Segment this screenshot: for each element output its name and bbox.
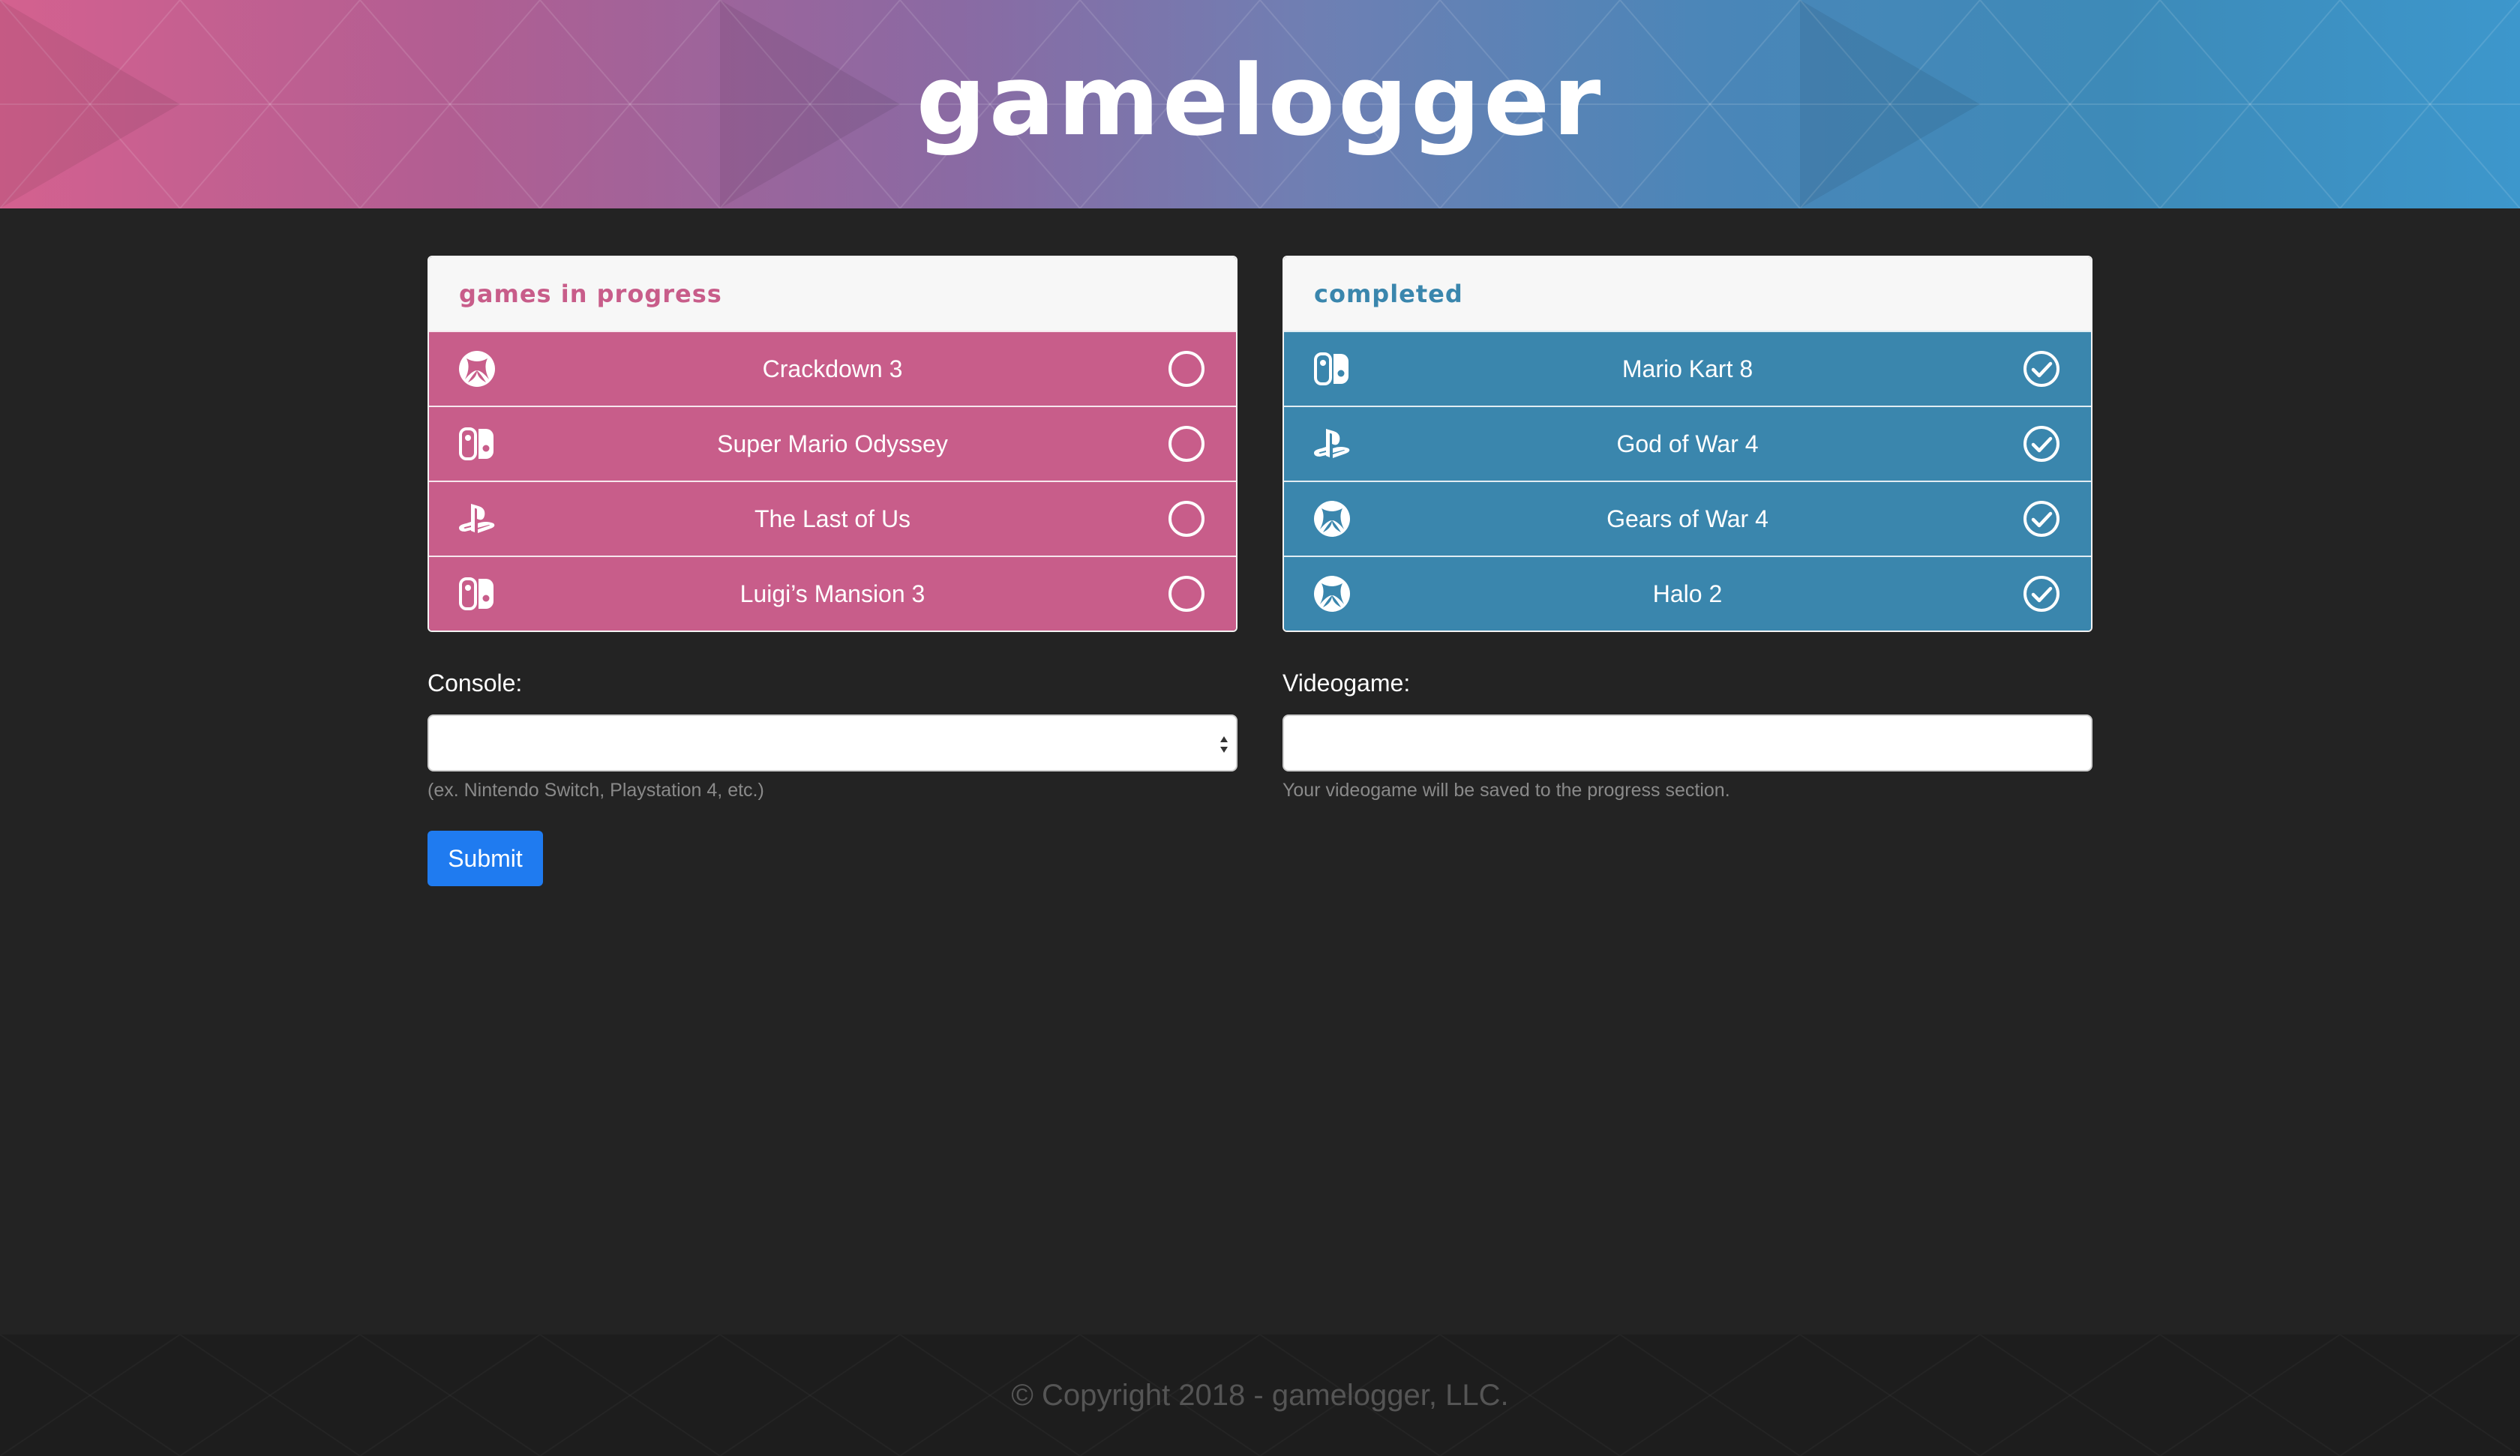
copyright-text: © Copyright 2018 - gamelogger, LLC. [1011, 1378, 1509, 1412]
videogame-label: Videogame: [1282, 670, 1411, 697]
check-circle-icon[interactable] [2022, 424, 2061, 463]
completed-card: completed Mario Kart 8 God of War 4 Gears … [1282, 256, 2092, 632]
completed-game-row[interactable]: God of War 4 [1284, 406, 2091, 481]
completed-game-row[interactable]: Mario Kart 8 [1284, 331, 2091, 406]
circle-icon[interactable] [1167, 574, 1206, 613]
game-title: Super Mario Odyssey [717, 430, 948, 457]
check-circle-icon[interactable] [2022, 349, 2061, 388]
game-title: Crackdown 3 [762, 355, 903, 382]
videogame-hint: Your videogame will be saved to the prog… [1282, 780, 1730, 801]
nintendo-switch-icon [456, 423, 498, 465]
progress-game-row[interactable]: The Last of Us [429, 481, 1236, 556]
progress-game-row[interactable]: Super Mario Odyssey [429, 406, 1236, 481]
console-select[interactable] [428, 715, 1238, 771]
completed-game-row[interactable]: Halo 2 [1284, 556, 2091, 631]
game-title: The Last of Us [754, 505, 911, 532]
playstation-icon [456, 498, 498, 540]
console-hint: (ex. Nintendo Switch, Playstation 4, etc… [428, 780, 764, 801]
check-circle-icon[interactable] [2022, 574, 2061, 613]
console-label: Console: [428, 670, 523, 697]
circle-icon[interactable] [1167, 424, 1206, 463]
progress-card: games in progress Crackdown 3 Super Mario… [428, 256, 1238, 632]
app-logo[interactable]: gamelogger [0, 0, 2520, 208]
nintendo-switch-icon [456, 573, 498, 615]
videogame-input[interactable] [1282, 715, 2092, 771]
progress-card-title: games in progress [429, 257, 1236, 331]
xbox-icon [456, 348, 498, 390]
completed-card-title: completed [1284, 257, 2091, 331]
circle-icon[interactable] [1167, 349, 1206, 388]
select-arrows-icon [1220, 736, 1228, 753]
xbox-icon [1311, 573, 1353, 615]
playstation-icon [1311, 423, 1353, 465]
nintendo-switch-icon [1311, 348, 1353, 390]
xbox-icon [1311, 498, 1353, 540]
header-banner: gamelogger [0, 0, 2520, 208]
game-title: Halo 2 [1652, 580, 1723, 607]
circle-icon[interactable] [1167, 499, 1206, 538]
progress-game-row[interactable]: Luigi’s Mansion 3 [429, 556, 1236, 631]
game-title: Mario Kart 8 [1622, 355, 1754, 382]
game-title: God of War 4 [1616, 430, 1759, 457]
game-title: Luigi’s Mansion 3 [740, 580, 926, 607]
progress-game-row[interactable]: Crackdown 3 [429, 331, 1236, 406]
game-title: Gears of War 4 [1606, 505, 1768, 532]
completed-game-row[interactable]: Gears of War 4 [1284, 481, 2091, 556]
check-circle-icon[interactable] [2022, 499, 2061, 538]
footer: © Copyright 2018 - gamelogger, LLC. [0, 1335, 2520, 1456]
submit-button[interactable]: Submit [428, 831, 543, 886]
